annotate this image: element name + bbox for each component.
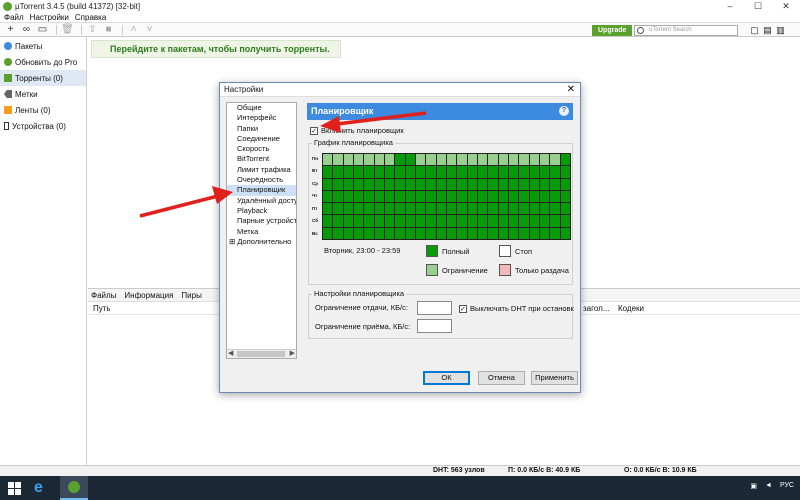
annotation-arrows <box>139 111 427 218</box>
arrow-to-checkbox <box>320 111 427 133</box>
arrow-to-tree <box>139 186 233 218</box>
